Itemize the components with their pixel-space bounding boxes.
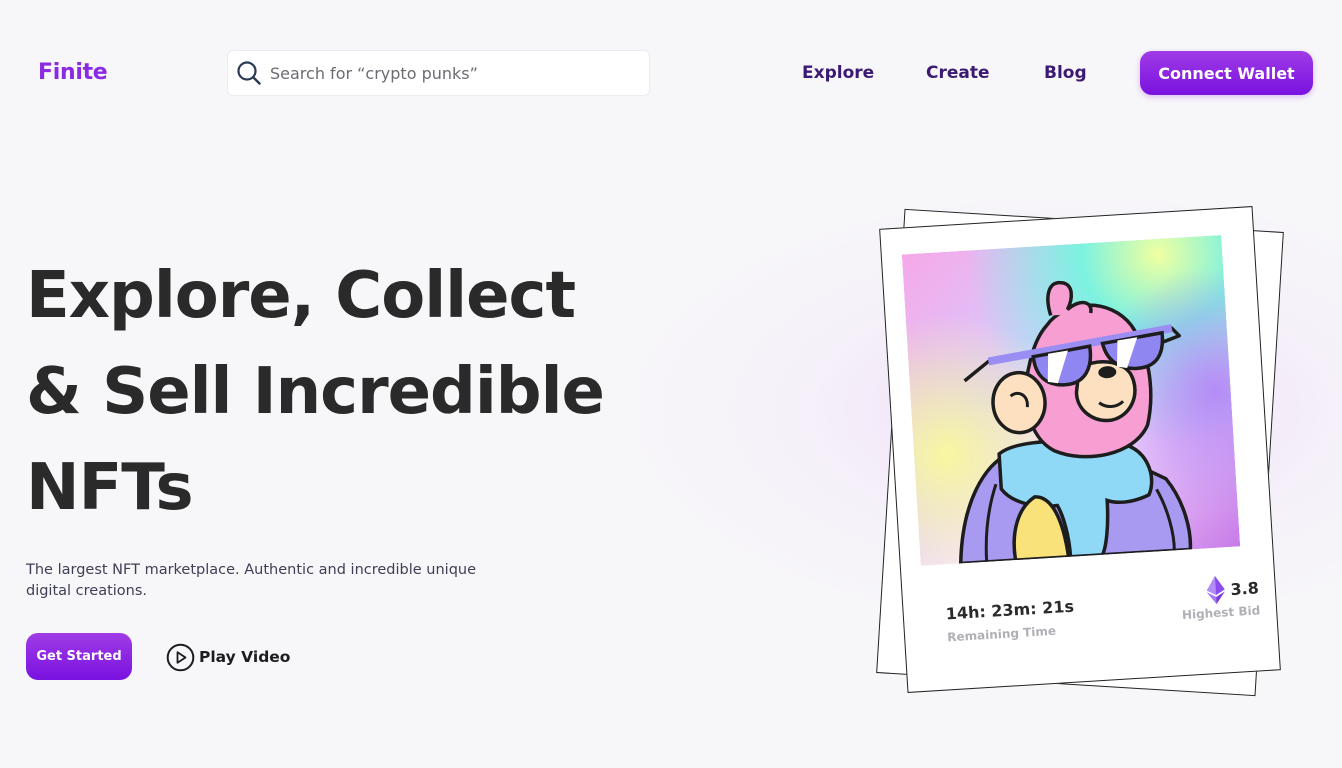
remaining-time-label: Remaining Time [946, 623, 1057, 645]
hero-title-line: NFTs [26, 451, 194, 525]
hero-title-line: & Sell Incredible [26, 355, 605, 429]
play-video-label: Play Video [199, 648, 291, 666]
nft-artwork [901, 234, 1241, 566]
search-bar[interactable] [227, 50, 650, 96]
logo[interactable]: Finite [38, 60, 108, 85]
hero-title: Explore, Collect & Sell Incredible NFTs [26, 248, 626, 536]
nav-blog[interactable]: Blog [1044, 63, 1087, 83]
highest-bid-value: 3.8 [1229, 577, 1260, 599]
play-icon [166, 643, 195, 671]
nft-card[interactable]: 14h: 23m: 21s Remaining Time 3.8 Highest… [879, 206, 1281, 693]
play-video-button[interactable]: Play Video [166, 642, 290, 672]
highest-bid-label: Highest Bid [1181, 603, 1261, 623]
get-started-button[interactable]: Get Started [26, 633, 132, 680]
remaining-time-value: 14h: 23m: 21s [945, 596, 1075, 624]
nft-artwork-image [901, 234, 1241, 566]
search-icon [237, 61, 261, 85]
connect-wallet-button[interactable]: Connect Wallet [1140, 51, 1313, 95]
hero-subtitle: The largest NFT marketplace. Authentic a… [26, 562, 477, 599]
search-input[interactable] [270, 63, 630, 83]
hero-title-line: Explore, Collect [26, 259, 576, 333]
nav-create[interactable]: Create [926, 63, 990, 83]
highest-bid: 3.8 [1206, 573, 1260, 604]
ethereum-icon [1206, 576, 1225, 604]
nav-explore[interactable]: Explore [802, 63, 874, 83]
